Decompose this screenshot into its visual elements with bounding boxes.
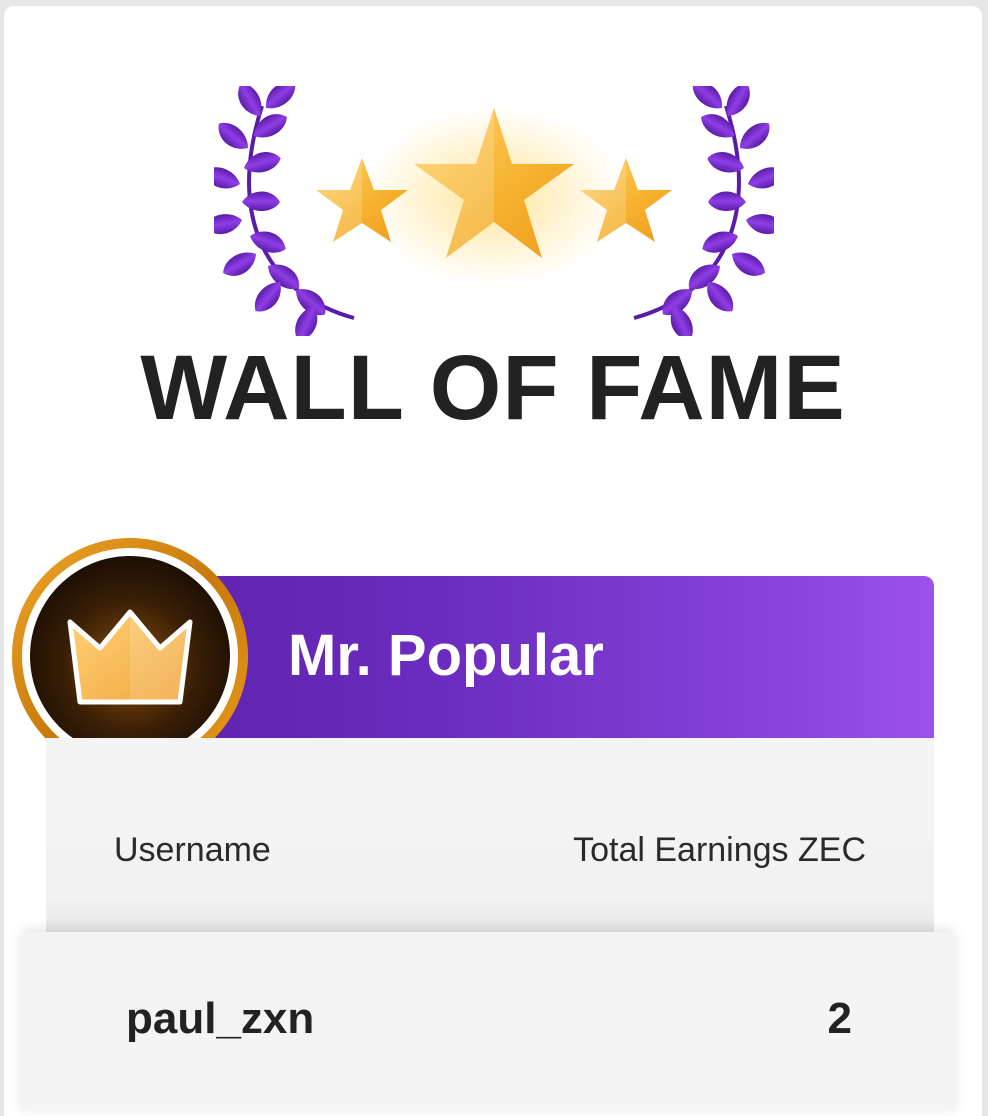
table-header: Username Total Earnings ZEC	[46, 738, 934, 934]
page-title: WALL OF FAME	[140, 337, 846, 439]
row-username: paul_zxn	[126, 994, 315, 1043]
laurel-right-icon	[633, 86, 774, 336]
column-header-earnings: Total Earnings ZEC	[573, 831, 866, 869]
laurel-left-icon	[214, 86, 355, 336]
stars-icon	[316, 106, 672, 286]
laurel-stars-icon	[214, 86, 774, 336]
row-earnings: 2	[827, 994, 852, 1043]
table-row[interactable]: paul_zxn 2	[22, 932, 954, 1110]
category-label: Mr. Popular	[288, 623, 604, 688]
column-header-username: Username	[114, 831, 271, 869]
